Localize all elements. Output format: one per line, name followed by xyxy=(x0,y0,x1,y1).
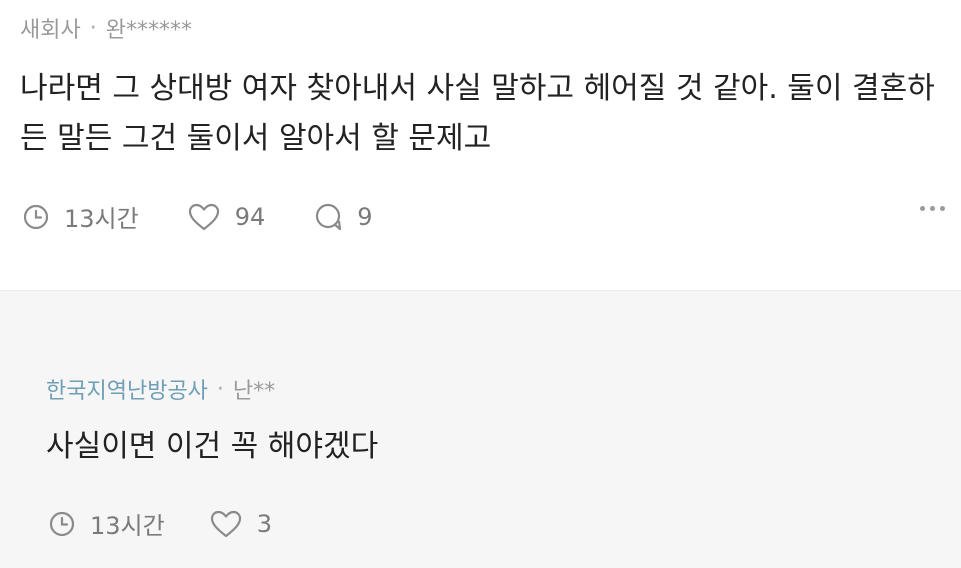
reply-text: 사실이면 이건 꼭 해야겠다 xyxy=(46,429,379,464)
reply-company[interactable]: 한국지역난방공사 xyxy=(46,373,208,405)
post-comment-button[interactable]: 9 xyxy=(313,202,373,232)
reply-card: 한국지역난방공사 · 난** 사실이면 이건 꼭 해야겠다 13시간 3 xyxy=(0,291,961,568)
thread-page: 새회사 · 완****** 나라면 그 상대방 여자 찾아내서 사실 말하고 헤… xyxy=(0,0,961,568)
reply-like-button[interactable]: 3 xyxy=(209,509,272,539)
reply-like-count: 3 xyxy=(256,509,272,538)
clock-icon xyxy=(48,510,76,538)
post-time: 13시간 xyxy=(22,199,139,234)
reply-stats: 13시간 3 xyxy=(48,506,272,541)
heart-icon xyxy=(209,509,243,539)
more-dot xyxy=(930,206,935,211)
post-meta: 새회사 · 완****** xyxy=(20,12,192,44)
post-like-count: 94 xyxy=(234,202,266,231)
post-card: 새회사 · 완****** 나라면 그 상대방 여자 찾아내서 사실 말하고 헤… xyxy=(0,0,961,290)
reply-time-label: 13시간 xyxy=(90,512,165,540)
clock-icon xyxy=(22,203,50,231)
post-time-label: 13시간 xyxy=(64,205,139,233)
heart-icon xyxy=(187,202,221,232)
post-like-button[interactable]: 94 xyxy=(187,202,266,232)
more-icon[interactable] xyxy=(920,206,945,211)
reply-time: 13시간 xyxy=(48,506,165,541)
post-comment-count: 9 xyxy=(357,202,373,231)
more-dot xyxy=(920,206,925,211)
post-company[interactable]: 새회사 xyxy=(20,12,81,44)
reply-author[interactable]: 난** xyxy=(233,373,275,405)
post-text: 나라면 그 상대방 여자 찾아내서 사실 말하고 헤어질 것 같아. 둘이 결혼… xyxy=(20,71,935,156)
more-dot xyxy=(940,206,945,211)
reply-separator: · xyxy=(216,376,224,402)
comment-icon xyxy=(313,202,345,232)
post-author[interactable]: 완****** xyxy=(106,12,192,44)
post-separator: · xyxy=(89,15,97,41)
post-stats: 13시간 94 9 xyxy=(22,199,373,234)
reply-meta: 한국지역난방공사 · 난** xyxy=(46,373,275,405)
